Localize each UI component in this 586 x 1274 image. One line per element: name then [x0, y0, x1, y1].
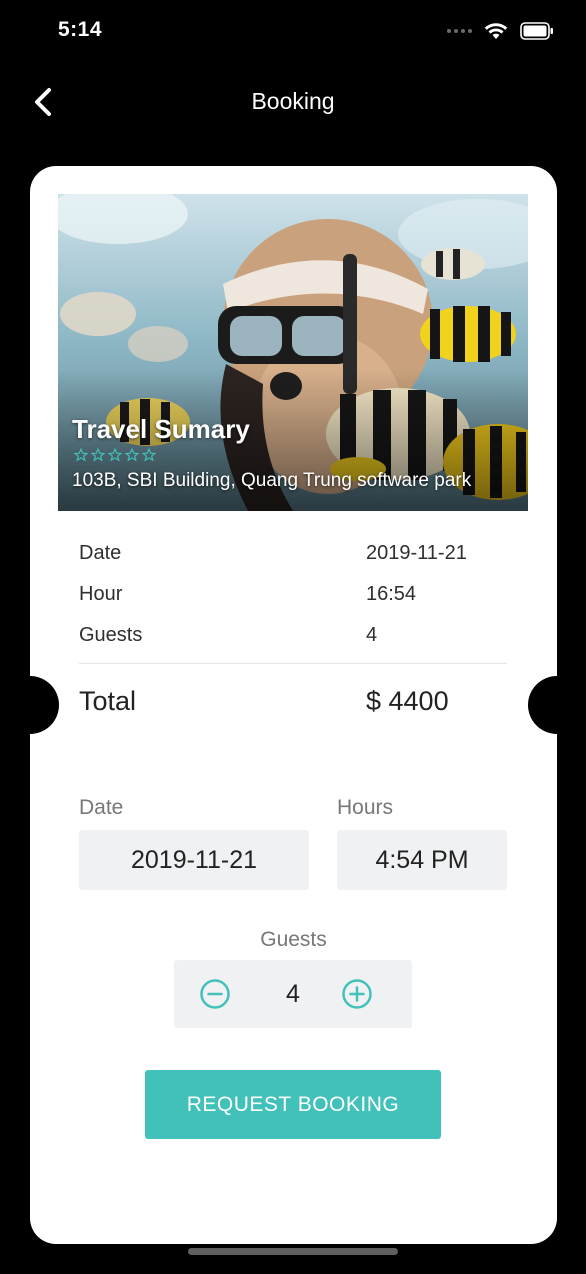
status-icons	[447, 22, 554, 40]
increase-guests-button[interactable]	[341, 978, 373, 1010]
total-label: Total	[79, 686, 137, 716]
hero-image: Travel Sumary 103B, SBI Building, Quang …	[58, 194, 528, 511]
date-field-label: Date	[79, 796, 124, 819]
star-icon	[74, 448, 88, 462]
guests-stepper: 4	[174, 960, 412, 1028]
snorkel-photo	[58, 194, 528, 511]
star-icon	[91, 448, 105, 462]
summary-value: 2019-11-21	[366, 542, 467, 564]
summary-label: Hour	[79, 583, 123, 605]
summary-row-date: Date 2019-11-21	[79, 538, 507, 579]
star-icon	[125, 448, 139, 462]
cellular-signal-icon	[447, 29, 472, 33]
request-booking-button[interactable]: REQUEST BOOKING	[145, 1070, 441, 1139]
battery-icon	[520, 22, 553, 40]
star-icon	[108, 448, 122, 462]
booking-card: Travel Sumary 103B, SBI Building, Quang …	[30, 166, 557, 1244]
wifi-icon	[484, 23, 508, 39]
total-value: $ 4400	[366, 686, 449, 716]
plus-circle-icon	[342, 979, 372, 1009]
booking-screen: 5:14 Booking Travel Sumary 103B, SBI Bui…	[0, 0, 586, 1274]
summary-label: Guests	[79, 624, 143, 646]
summary-divider	[79, 663, 507, 664]
hero-address: 103B, SBI Building, Quang Trung software…	[72, 470, 472, 491]
booking-summary: Date 2019-11-21 Hour 16:54 Guests 4	[79, 538, 507, 661]
time-picker[interactable]: 4:54 PM	[337, 830, 507, 890]
summary-label: Date	[79, 542, 122, 564]
status-time: 5:14	[58, 18, 103, 41]
summary-value: 16:54	[366, 583, 417, 605]
summary-value: 4	[366, 624, 378, 646]
guests-field-label: Guests	[260, 928, 327, 951]
home-indicator[interactable]	[188, 1248, 398, 1255]
hours-field-label: Hours	[337, 796, 394, 819]
hero-title: Travel Sumary	[72, 414, 250, 444]
summary-row-hour: Hour 16:54	[79, 579, 507, 620]
star-icon	[142, 448, 156, 462]
total-row: Total $ 4400	[79, 686, 507, 726]
date-picker[interactable]: 2019-11-21	[79, 830, 309, 890]
ticket-notch-left	[1, 676, 59, 734]
guests-count: 4	[286, 980, 300, 1008]
page-title: Booking	[251, 88, 335, 114]
summary-row-guests: Guests 4	[79, 620, 507, 661]
ticket-notch-right	[528, 676, 586, 734]
star-rating	[74, 448, 156, 462]
